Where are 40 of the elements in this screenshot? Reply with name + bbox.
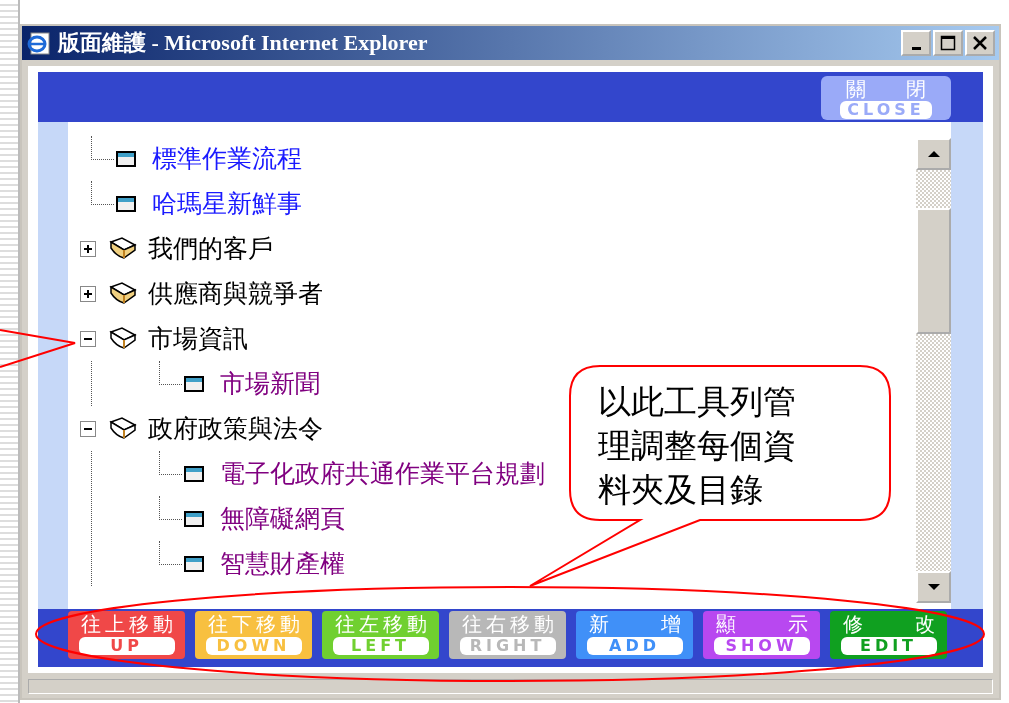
page-icon	[184, 555, 204, 572]
maximize-button[interactable]	[933, 30, 963, 56]
up-arrow-icon	[926, 150, 941, 158]
page-link[interactable]: 標準作業流程	[152, 142, 302, 175]
book-icon	[108, 325, 138, 352]
page-icon	[116, 195, 136, 212]
expand-toggle[interactable]	[80, 240, 96, 257]
close-icon	[972, 35, 988, 51]
page-icon	[184, 465, 204, 482]
folder-label[interactable]: 政府政策與法令	[148, 412, 323, 445]
toolbar-button[interactable]: 顯示 SHOW	[703, 611, 820, 659]
book-icon	[108, 235, 138, 262]
page-icon	[116, 150, 136, 167]
page-icon	[184, 510, 204, 527]
window-title: 版面維護 - Microsoft Internet Explorer	[58, 29, 428, 57]
down-arrow-icon	[926, 583, 941, 591]
page-link[interactable]: 哈瑪星新鮮事	[152, 187, 302, 220]
page-link[interactable]: 市場新聞	[220, 367, 320, 400]
callout-text: 以此工具列管理調整每個資料夾及目錄	[598, 381, 797, 511]
page-icon	[184, 375, 204, 392]
minimize-icon	[911, 46, 921, 50]
minimize-button[interactable]	[901, 30, 931, 56]
close-button[interactable]	[965, 30, 995, 56]
book-icon	[108, 415, 138, 442]
folder-label[interactable]: 我們的客戶	[148, 232, 273, 265]
page-link[interactable]: 智慧財產權	[220, 547, 345, 580]
scroll-up-button[interactable]	[916, 138, 951, 170]
book-icon	[108, 280, 138, 307]
scroll-thumb[interactable]	[916, 208, 951, 334]
page-link[interactable]: 無障礙網頁	[220, 502, 345, 535]
page-link[interactable]: 電子化政府共通作業平台規劃	[220, 457, 545, 490]
toolbar-button[interactable]: 往上移動 UP	[68, 611, 185, 659]
browser-icon	[26, 30, 52, 56]
folder-label[interactable]: 市場資訊	[148, 322, 248, 355]
expand-toggle[interactable]	[80, 420, 96, 437]
scroll-down-button[interactable]	[916, 571, 951, 603]
folder-label[interactable]: 供應商與競爭者	[148, 277, 323, 310]
expand-toggle[interactable]	[80, 330, 96, 347]
expand-toggle[interactable]	[80, 285, 96, 302]
maximize-icon	[940, 35, 956, 51]
